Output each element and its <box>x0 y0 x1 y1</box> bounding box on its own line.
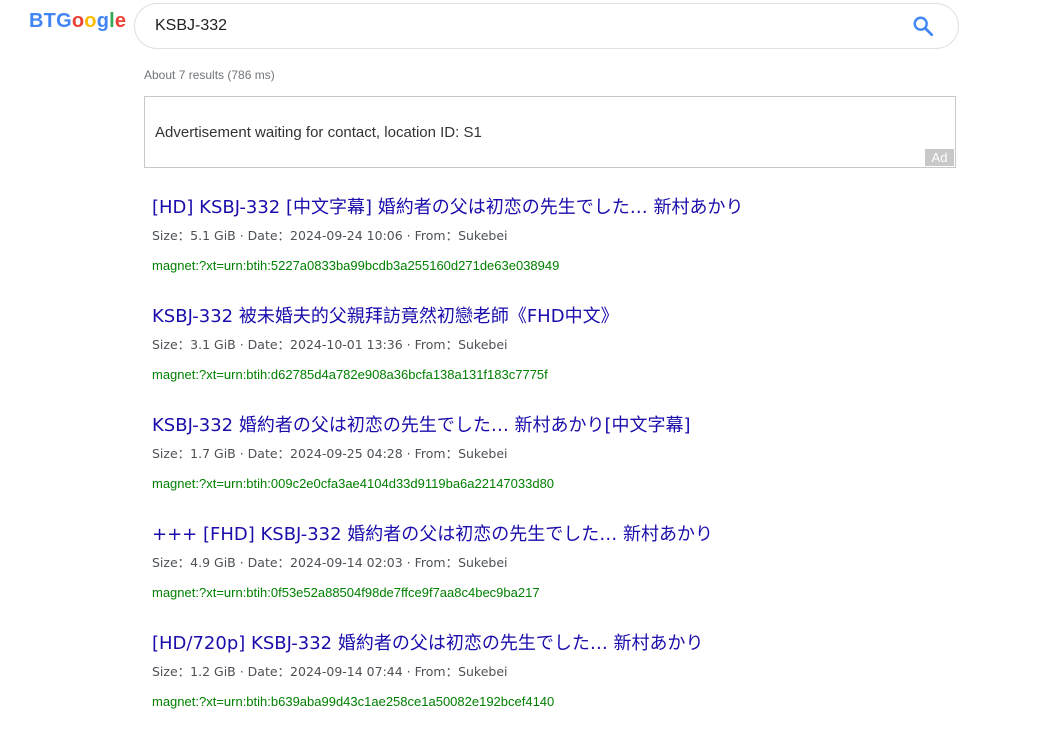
ad-label: Ad <box>925 149 954 166</box>
logo-letter: o <box>84 10 97 32</box>
result-meta: Size：3.1 GiB · Date：2024-10-01 13:36 · F… <box>152 337 508 352</box>
logo-letter: e <box>114 10 127 32</box>
result-title-link[interactable]: KSBJ-332 婚約者の父は初恋の先生でした… 新村あかり[中文字幕] <box>152 414 1012 438</box>
ad-banner[interactable]: Advertisement waiting for contact, locat… <box>144 96 956 168</box>
result-item: +++ [FHD] KSBJ-332 婚約者の父は初恋の先生でした… 新村あかり… <box>152 523 1012 632</box>
site-logo[interactable]: BTGoogle <box>29 10 126 33</box>
result-meta: Size：1.2 GiB · Date：2024-09-14 07:44 · F… <box>152 664 508 679</box>
magnet-link[interactable]: magnet:?xt=urn:btih:d62785d4a782e908a36b… <box>152 367 1012 383</box>
result-meta: Size：1.7 GiB · Date：2024-09-25 04:28 · F… <box>152 446 508 461</box>
logo-letter: o <box>71 10 85 32</box>
result-title-link[interactable]: [HD] KSBJ-332 [中文字幕] 婚約者の父は初恋の先生でした… 新村あ… <box>152 196 1012 220</box>
result-title-link[interactable]: +++ [FHD] KSBJ-332 婚約者の父は初恋の先生でした… 新村あかり <box>152 523 1012 547</box>
result-item: KSBJ-332 被未婚夫的父親拜訪竟然初戀老師《FHD中文》 Size：3.1… <box>152 305 1012 414</box>
result-title-link[interactable]: KSBJ-332 被未婚夫的父親拜訪竟然初戀老師《FHD中文》 <box>152 305 1012 329</box>
result-meta: Size：4.9 GiB · Date：2024-09-14 02:03 · F… <box>152 555 508 570</box>
search-box <box>134 3 959 49</box>
search-input[interactable] <box>155 4 895 48</box>
result-item: [HD] KSBJ-332 [中文字幕] 婚約者の父は初恋の先生でした… 新村あ… <box>152 196 1012 305</box>
search-icon[interactable] <box>912 15 934 37</box>
logo-letter: B <box>29 10 44 32</box>
result-stats: About 7 results (786 ms) <box>144 68 275 82</box>
result-title-link[interactable]: [HD/720p] KSBJ-332 婚約者の父は初恋の先生でした… 新村あかり <box>152 632 1012 656</box>
magnet-link[interactable]: magnet:?xt=urn:btih:b639aba99d43c1ae258c… <box>152 694 1012 710</box>
result-item: [HD/720p] KSBJ-332 婚約者の父は初恋の先生でした… 新村あかり… <box>152 632 1012 741</box>
result-meta: Size：5.1 GiB · Date：2024-09-24 10:06 · F… <box>152 228 508 243</box>
magnet-link[interactable]: magnet:?xt=urn:btih:0f53e52a88504f98de7f… <box>152 585 1012 601</box>
magnet-link[interactable]: magnet:?xt=urn:btih:009c2e0cfa3ae4104d33… <box>152 476 1012 492</box>
results-list: [HD] KSBJ-332 [中文字幕] 婚約者の父は初恋の先生でした… 新村あ… <box>152 196 1012 741</box>
result-item: KSBJ-332 婚約者の父は初恋の先生でした… 新村あかり[中文字幕] Siz… <box>152 414 1012 523</box>
ad-text: Advertisement waiting for contact, locat… <box>155 124 482 141</box>
logo-letter: g <box>96 10 110 32</box>
logo-letter: G <box>56 10 72 32</box>
magnet-link[interactable]: magnet:?xt=urn:btih:5227a0833ba99bcdb3a2… <box>152 258 1012 274</box>
logo-letter: T <box>43 10 57 32</box>
